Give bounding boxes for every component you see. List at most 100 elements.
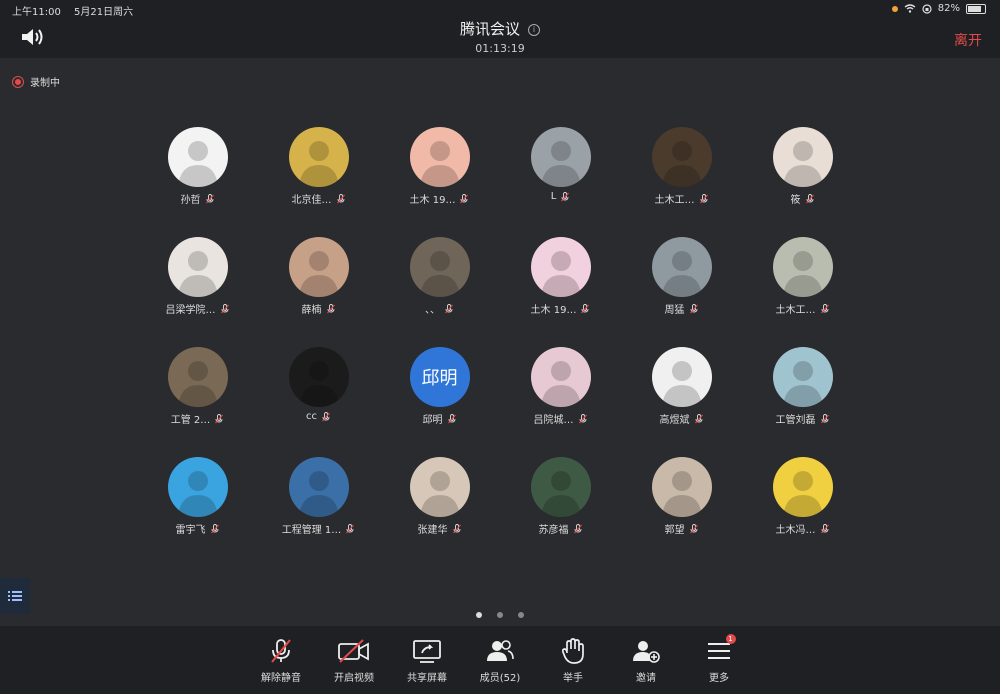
- avatar-image: [661, 361, 702, 407]
- list-icon: [8, 591, 22, 601]
- more-button[interactable]: 1 更多: [692, 626, 747, 694]
- avatar: [288, 237, 349, 297]
- avatar: 邱明: [409, 347, 470, 407]
- status-bar-left: 上午11:00 5月21日周六: [12, 3, 143, 18]
- top-bar: 上午11:00 5月21日周六 82% 腾讯会议 i 01:13:19 离开: [0, 0, 1000, 58]
- avatar: [409, 457, 470, 517]
- participant-name: 张建华: [417, 525, 448, 536]
- participant-tile[interactable]: 土木冯…: [742, 457, 863, 536]
- participant-name-row: 工管 2…: [137, 411, 258, 426]
- participant-tile[interactable]: 周猛: [621, 237, 742, 316]
- participant-tile[interactable]: 工管 2…: [137, 347, 258, 426]
- more-badge: 1: [725, 634, 736, 644]
- recording-icon: [12, 75, 24, 88]
- avatar-image: [177, 361, 218, 407]
- leave-button[interactable]: 离开: [954, 30, 982, 50]
- mic-muted-icon: [561, 191, 570, 201]
- avatar: [409, 237, 470, 297]
- participant-name-row: cc: [258, 411, 379, 422]
- avatar-image: [661, 251, 702, 297]
- participant-tile[interactable]: 雷宇飞: [137, 457, 258, 536]
- participant-tile[interactable]: 土木 19…: [500, 237, 621, 316]
- meeting-title-area: 腾讯会议 i 01:13:19: [0, 18, 1000, 55]
- participant-tile[interactable]: L: [500, 127, 621, 202]
- invite-label: 邀请: [636, 673, 656, 684]
- mic-muted-icon: [699, 193, 708, 203]
- participant-name-row: 张建华: [379, 521, 500, 536]
- participant-tile[interactable]: 北京佳…: [258, 127, 379, 206]
- page-dot-2[interactable]: [497, 612, 503, 618]
- participant-name: 工管 2…: [170, 415, 211, 426]
- page-dot-3[interactable]: [518, 612, 525, 618]
- participant-tile[interactable]: 土木工…: [621, 127, 742, 206]
- share-screen-icon: [413, 640, 441, 663]
- mic-muted-icon: [820, 413, 829, 423]
- share-screen-button[interactable]: 共享屏幕: [400, 626, 455, 694]
- participant-tile[interactable]: cc: [258, 347, 379, 422]
- page-dot-1[interactable]: [475, 612, 482, 618]
- mic-muted-icon: [452, 523, 461, 533]
- avatar: [772, 127, 833, 187]
- page-indicator[interactable]: [0, 603, 1000, 622]
- mic-muted-icon: [346, 523, 355, 533]
- avatar: [651, 347, 712, 407]
- status-time: 上午11:00: [12, 7, 61, 18]
- meeting-title: 腾讯会议: [459, 20, 520, 38]
- rotation-lock-icon: [922, 3, 932, 14]
- participant-tile[interactable]: 高煜斌: [621, 347, 742, 426]
- participant-tile[interactable]: 薛楠: [258, 237, 379, 316]
- participant-name-row: 工程管理 1…: [258, 521, 379, 536]
- status-date: 5月21日周六: [74, 7, 134, 18]
- participant-tile[interactable]: 吕梁学院…: [137, 237, 258, 316]
- participant-name: 雷宇飞: [175, 525, 206, 536]
- avatar-image: [782, 361, 823, 407]
- avatar-image: [540, 141, 581, 187]
- participant-tile[interactable]: 工管刘磊: [742, 347, 863, 426]
- add-user-icon: [633, 641, 660, 663]
- participant-name-row: 北京佳…: [258, 191, 379, 206]
- avatar-image: [298, 361, 339, 407]
- participant-tile[interactable]: 土木工…: [742, 237, 863, 316]
- participant-name: 、、: [425, 305, 440, 316]
- participant-name-row: 筱: [742, 191, 863, 206]
- participant-tile[interactable]: 郭望: [621, 457, 742, 536]
- avatar: [167, 237, 228, 297]
- avatar-image: [298, 471, 339, 517]
- mic-indicator-icon: [891, 5, 898, 12]
- participant-tile[interactable]: 吕院城…: [500, 347, 621, 426]
- participant-name: 周猛: [664, 305, 685, 316]
- participant-name-row: 、、: [379, 301, 500, 316]
- participant-name: 孙哲: [180, 195, 201, 206]
- hand-icon: [561, 638, 584, 664]
- avatar-image: [540, 251, 581, 297]
- participant-name: 高煜斌: [659, 415, 690, 426]
- invite-button[interactable]: 邀请: [619, 626, 674, 694]
- avatar-image: [419, 141, 460, 187]
- members-button[interactable]: 成员(52): [473, 626, 528, 694]
- participant-name-row: 郭望: [621, 521, 742, 536]
- participant-tile[interactable]: 孙哲: [137, 127, 258, 206]
- participant-tile[interactable]: 筱: [742, 127, 863, 206]
- avatar: [167, 457, 228, 517]
- participant-tile[interactable]: 苏彦福: [500, 457, 621, 536]
- recording-label: 录制中: [30, 78, 60, 89]
- start-video-button[interactable]: 开启视频: [327, 626, 382, 694]
- participant-tile[interactable]: 土木 19…: [379, 127, 500, 206]
- unmute-button[interactable]: 解除静音: [254, 626, 309, 694]
- avatar-image: [177, 251, 218, 297]
- mic-muted-icon: [220, 303, 229, 313]
- participant-tile[interactable]: 张建华: [379, 457, 500, 536]
- participant-tile[interactable]: 邱明 邱明: [379, 347, 500, 426]
- avatar: [409, 127, 470, 187]
- participant-tile[interactable]: 、、: [379, 237, 500, 316]
- raise-hand-button[interactable]: 举手: [546, 626, 601, 694]
- participant-name-row: 吕院城…: [500, 411, 621, 426]
- participant-name-row: 周猛: [621, 301, 742, 316]
- members-label: 成员(52): [479, 673, 521, 684]
- info-icon[interactable]: i: [528, 24, 540, 36]
- battery-level: [968, 5, 982, 12]
- participant-name: 工程管理 1…: [281, 525, 342, 536]
- avatar: [530, 237, 591, 297]
- raise-hand-label: 举手: [563, 673, 583, 684]
- participant-tile[interactable]: 工程管理 1…: [258, 457, 379, 536]
